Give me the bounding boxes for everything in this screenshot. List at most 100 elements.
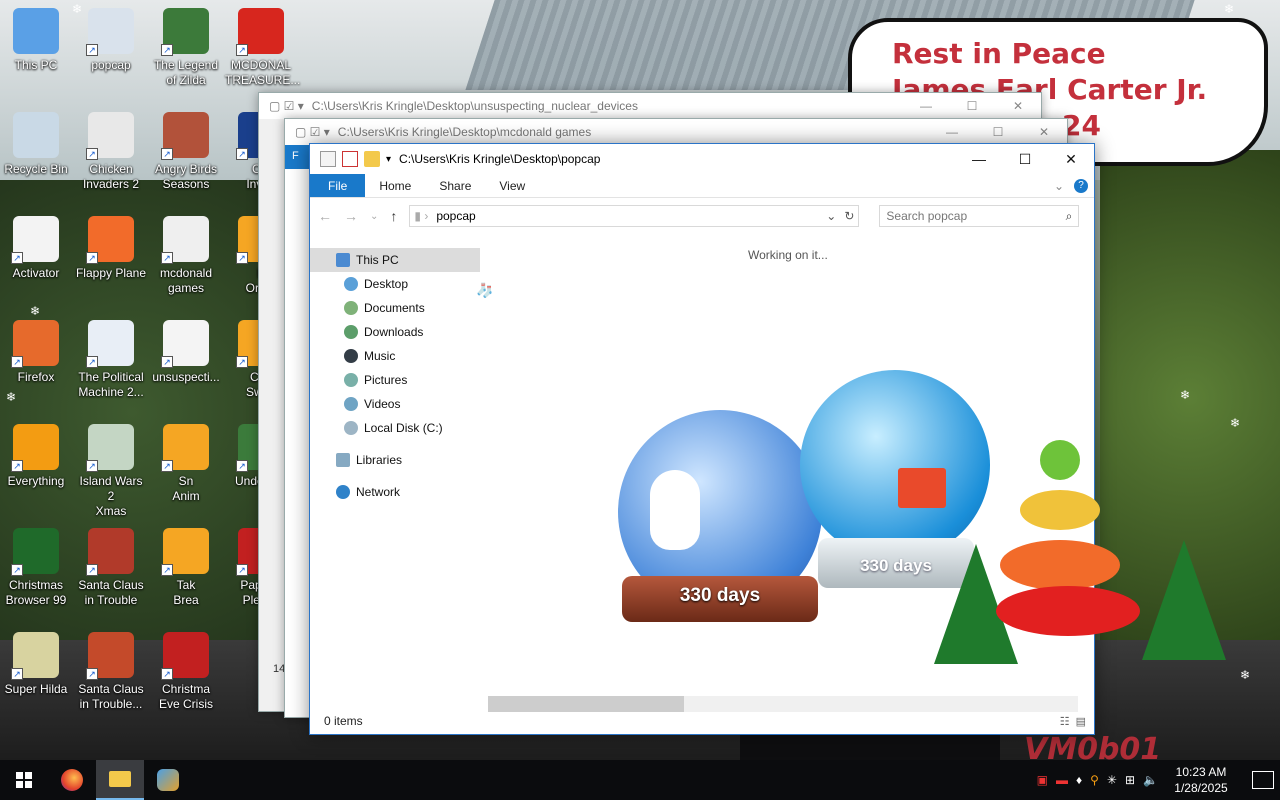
shortcut-arrow-icon: ↗ [86,564,98,576]
address-bar[interactable]: ▮ › popcap ⌄ ↻ [409,205,860,227]
start-button[interactable] [0,760,48,800]
taskbar-app[interactable] [144,760,192,800]
desktop-icon-label-line2: Browser 99 [5,593,67,607]
window-path: C:\Users\Kris Kringle\Desktop\mcdonald g… [337,125,592,139]
nav-item-libraries[interactable]: Libraries [310,448,480,472]
desktop-icon[interactable]: ↗ Santa Claus in Trouble... [75,628,147,712]
tab-share[interactable]: Share [425,174,485,197]
shortcut-arrow-icon: ↗ [161,252,173,264]
search-input[interactable]: Search popcap ⌕ [879,205,1080,227]
maximize-button[interactable]: ☐ [975,125,1021,139]
desktop-icon[interactable]: ↗ Flappy Plane [75,212,147,281]
folder-icon[interactable] [364,151,380,167]
desktop-icon-label: Sn [178,474,194,488]
volume-icon[interactable]: 🔈 [1143,773,1158,787]
nav-item-videos[interactable]: Videos [310,392,480,416]
desktop-icon-label: mcdonald [159,266,213,280]
desktop-icon[interactable]: ↗ Firefox [0,316,72,385]
desktop-shortcut-icon: ↗ [86,632,134,680]
desktop-shortcut-icon: ↗ [11,216,59,264]
nav-item-local-disk[interactable]: Local Disk (C:) [310,416,480,440]
desktop-icon[interactable]: ↗ The Political Machine 2... [75,316,147,400]
desktop-icon[interactable]: ↗ Super Hilda [0,628,72,697]
desktop-icon-label-line2: Machine 2... [78,385,144,399]
nav-item-network[interactable]: Network [310,480,480,504]
quick-access-icon[interactable] [320,151,336,167]
gift-boxes [898,468,946,508]
tray-search-icon[interactable]: ⚲ [1090,773,1099,787]
desktop-shortcut-icon [13,112,59,158]
chevron-down-icon[interactable]: ⌄ [826,209,836,223]
nav-item-downloads[interactable]: Downloads [310,320,480,344]
tab-view[interactable]: View [485,174,539,197]
desktop-icon[interactable]: ↗ MCDONAL TREASURE... [225,4,300,88]
forward-arrow-icon[interactable]: → [344,208,358,224]
back-arrow-icon[interactable]: ← [318,208,332,224]
clock-date: 1/28/2025 [1174,781,1228,795]
desktop-icon[interactable]: ↗ Christmas Browser 99 [0,524,72,608]
refresh-icon[interactable]: ↻ [844,209,854,223]
desktop-icon[interactable]: ↗ The Legend of Zilda [150,4,222,88]
maximize-button[interactable]: ☐ [949,99,995,113]
desktop-icon[interactable]: ↗ Tak Brea [150,524,222,608]
minimize-button[interactable]: — [903,99,949,113]
shortcut-arrow-icon: ↗ [11,356,23,368]
desktop-icon[interactable]: ↗ Island Wars 2 Xmas [75,420,147,519]
chevron-down-icon[interactable]: ▾ [386,154,391,165]
taskbar-file-explorer[interactable] [96,760,144,800]
desktop-shortcut-icon: ↗ [161,320,209,368]
expand-ribbon-icon[interactable]: ⌄ [1054,179,1064,193]
notification-icon[interactable] [1252,771,1274,789]
desktop-icon[interactable]: ↗ Angry Birds Seasons [150,108,222,192]
file-tab-partial[interactable]: F [285,145,311,169]
up-arrow-icon[interactable]: ↑ [390,208,397,224]
desktop-icon-label-line2: of Zilda [166,73,206,87]
close-button[interactable]: ✕ [995,99,1041,113]
minimize-button[interactable]: — [956,144,1002,174]
shortcut-arrow-icon: ↗ [161,668,173,680]
tray-drop-icon[interactable]: ♦ [1076,773,1082,787]
desktop-icon[interactable]: ↗ popcap [75,4,147,73]
close-button[interactable]: ✕ [1021,125,1067,139]
desktop-icon[interactable]: Recycle Bin [0,108,72,177]
desktop-icon[interactable]: ↗ Sn Anim [150,420,222,504]
desktop-icon[interactable]: ↗ Chicken Invaders 2 [75,108,147,192]
nav-pane-edge [259,119,285,711]
desktop-icon[interactable]: ↗ Activator [0,212,72,281]
window-titlebar[interactable]: ▢ ☑ ▾ C:\Users\Kris Kringle\Desktop\mcdo… [285,119,1067,145]
desktop-icon[interactable]: ↗ Santa Claus in Trouble [75,524,147,608]
tab-home[interactable]: Home [365,174,425,197]
nav-item-documents[interactable]: Documents [310,296,480,320]
desktop-icon[interactable]: ↗ unsuspecti... [150,316,222,385]
desktop-icon[interactable]: This PC [0,4,72,73]
tab-file[interactable]: File [310,174,366,197]
checkbox-icon[interactable] [342,151,358,167]
desktop-icon[interactable]: ↗ Christma Eve Crisis [150,628,222,712]
desktop-icon[interactable]: ↗ mcdonald games [150,212,222,296]
nav-item-this-pc[interactable]: This PC [310,248,480,272]
tray-app-icon[interactable]: ▣ [1037,773,1048,787]
tray-bus-icon[interactable]: ▬ [1056,773,1068,787]
tray-snowflake-icon[interactable]: ✳ [1107,773,1117,787]
desktop-shortcut-icon: ↗ [11,632,59,680]
taskbar-firefox[interactable] [48,760,96,800]
details-view-icon[interactable]: ☷ [1060,715,1070,728]
desktop-icon-label: unsuspecti... [152,370,220,384]
network-icon[interactable]: ⊞ [1125,773,1135,787]
large-icons-view-icon[interactable]: ▤ [1076,715,1086,728]
nav-item-music[interactable]: Music [310,344,480,368]
desktop-icon[interactable]: ↗ Everything [0,420,72,489]
globe-base-wood: 330 days [622,576,818,622]
nav-item-pictures[interactable]: Pictures [310,368,480,392]
close-button[interactable]: ✕ [1048,144,1094,174]
nav-item-desktop[interactable]: Desktop [310,272,480,296]
recent-locations-icon[interactable]: ⌄ [370,211,378,222]
maximize-button[interactable]: ☐ [1002,144,1048,174]
window-titlebar[interactable]: ▢ ☑ ▾ C:\Users\Kris Kringle\Desktop\unsu… [259,93,1041,119]
help-icon[interactable]: ? [1074,178,1088,193]
window-titlebar[interactable]: ▾ C:\Users\Kris Kringle\Desktop\popcap —… [310,144,1094,174]
desktop-shortcut-icon: ↗ [161,112,209,160]
minimize-button[interactable]: — [929,125,975,139]
clock[interactable]: 10:23 AM 1/28/2025 [1166,764,1236,796]
bubble-line-1: Rest in Peace [892,37,1106,70]
